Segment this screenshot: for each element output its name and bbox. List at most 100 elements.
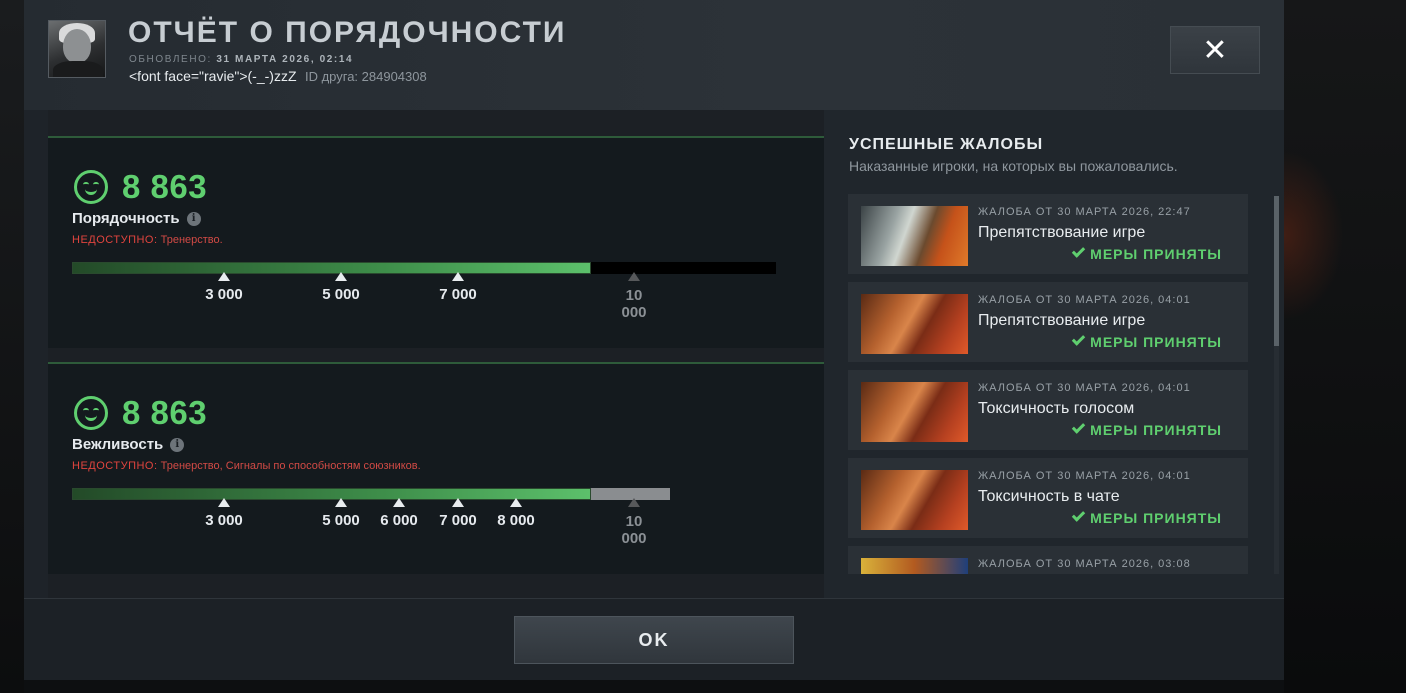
tick-marker	[218, 272, 230, 281]
tick-marker-max	[628, 272, 640, 281]
report-date: ЖАЛОБА ОТ 30 МАРТА 2026, 03:08	[978, 558, 1191, 570]
updated-label: ОБНОВЛЕНО:	[129, 54, 212, 65]
hero-thumbnail	[861, 382, 968, 442]
check-icon	[1071, 420, 1086, 434]
report-item[interactable]: ЖАЛОБА ОТ 30 МАРТА 2026, 04:01 Токсичнос…	[848, 370, 1248, 450]
report-reason: Токсичность голосом	[978, 400, 1135, 417]
report-date: ЖАЛОБА ОТ 30 МАРТА 2026, 04:01	[978, 382, 1191, 394]
conduct-progress-rest	[591, 262, 776, 274]
report-status: МЕРЫ ПРИНЯТЫ	[1071, 332, 1222, 350]
report-reason: Токсичность в чате	[978, 488, 1120, 505]
background-right	[1284, 0, 1406, 693]
smiley-icon	[74, 396, 108, 430]
check-icon	[1071, 244, 1086, 258]
check-icon	[1071, 332, 1086, 346]
report-date: ЖАЛОБА ОТ 30 МАРТА 2026, 04:01	[978, 470, 1191, 482]
tick-marker-max	[628, 498, 640, 507]
background-glow	[1284, 150, 1344, 320]
info-icon[interactable]: i	[170, 437, 185, 452]
scores-column: 8 863 Порядочность i НЕДОСТУПНО: Тренерс…	[48, 110, 828, 598]
smiley-icon	[74, 170, 108, 204]
hero-thumbnail	[861, 294, 968, 354]
conduct-unavailable: НЕДОСТУПНО: Тренерство.	[72, 234, 223, 246]
conduct-label: Порядочность	[72, 210, 180, 227]
politeness-progress-bar	[72, 488, 670, 500]
conduct-card: 8 863 Порядочность i НЕДОСТУПНО: Тренерс…	[48, 136, 824, 348]
dialog-header: ОТЧЁТ О ПОРЯДОЧНОСТИ ОБНОВЛЕНО: 31 МАРТА…	[24, 0, 1284, 110]
politeness-unavailable: НЕДОСТУПНО: Тренерство, Сигналы по спосо…	[72, 460, 421, 472]
unavailable-text: Тренерство.	[160, 234, 223, 246]
politeness-label: Вежливость	[72, 436, 164, 453]
tick-label: 5 000	[322, 286, 360, 303]
report-date: ЖАЛОБА ОТ 30 МАРТА 2026, 04:01	[978, 294, 1191, 306]
conduct-progress-fill	[72, 262, 591, 274]
report-status: МЕРЫ ПРИНЯТЫ	[1071, 244, 1222, 262]
report-status-label: МЕРЫ ПРИНЯТЫ	[1090, 246, 1222, 262]
tick-marker	[452, 272, 464, 281]
tick-label-max: 10 000	[621, 513, 647, 547]
tick-marker	[452, 498, 464, 507]
tick-marker	[218, 498, 230, 507]
report-status-label: МЕРЫ ПРИНЯТЫ	[1090, 334, 1222, 350]
tick-label: 7 000	[439, 286, 477, 303]
reports-column: УСПЕШНЫЕ ЖАЛОБЫ Наказанные игроки, на ко…	[824, 110, 1284, 598]
tick-marker	[335, 272, 347, 281]
tick-label: 3 000	[205, 512, 243, 529]
avatar	[48, 20, 106, 78]
updated-timestamp: ОБНОВЛЕНО: 31 МАРТА 2026, 02:14	[129, 54, 353, 65]
report-item[interactable]: ЖАЛОБА ОТ 30 МАРТА 2026, 04:01 Препятств…	[848, 282, 1248, 362]
info-icon[interactable]: i	[186, 211, 201, 226]
tick-label: 6 000	[380, 512, 418, 529]
reports-subtitle: Наказанные игроки, на которых вы пожалов…	[849, 158, 1178, 174]
tick-label-max: 10 000	[621, 287, 647, 321]
conduct-progress-bar	[72, 262, 776, 274]
tick-marker	[393, 498, 405, 507]
check-icon	[1071, 508, 1086, 522]
background-left	[0, 0, 24, 693]
tick-marker	[510, 498, 522, 507]
page-title: ОТЧЁТ О ПОРЯДОЧНОСТИ	[128, 16, 567, 49]
politeness-card: 8 863 Вежливость i НЕДОСТУПНО: Тренерств…	[48, 362, 824, 574]
tick-label: 8 000	[497, 512, 535, 529]
friend-id: ID друга: 284904308	[304, 69, 427, 84]
conduct-label-row: Порядочность i	[72, 210, 201, 227]
player-line: <font face="ravie">(-_-)zzZ ID друга: 28…	[129, 68, 427, 86]
unavailable-text: Тренерство, Сигналы по способностям союз…	[160, 460, 421, 472]
close-button[interactable]: ✕	[1170, 26, 1260, 74]
report-status: МЕРЫ ПРИНЯТЫ	[1071, 420, 1222, 438]
report-item[interactable]: ЖАЛОБА ОТ 30 МАРТА 2026, 22:47 Препятств…	[848, 194, 1248, 274]
avatar-body	[53, 61, 103, 77]
report-item[interactable]: ЖАЛОБА ОТ 30 МАРТА 2026, 03:08	[848, 546, 1248, 574]
report-status-label: МЕРЫ ПРИНЯТЫ	[1090, 422, 1222, 438]
reports-scrollbar[interactable]	[1274, 196, 1279, 346]
unavailable-label: НЕДОСТУПНО:	[72, 234, 158, 246]
reports-title: УСПЕШНЫЕ ЖАЛОБЫ	[849, 136, 1044, 153]
politeness-score-row: 8 863	[74, 394, 207, 432]
player-name: <font face="ravie">(-_-)zzZ	[129, 68, 297, 84]
reports-list[interactable]: ЖАЛОБА ОТ 30 МАРТА 2026, 22:47 Препятств…	[848, 194, 1260, 574]
report-status: МЕРЫ ПРИНЯТЫ	[1071, 508, 1222, 526]
report-item[interactable]: ЖАЛОБА ОТ 30 МАРТА 2026, 04:01 Токсичнос…	[848, 458, 1248, 538]
unavailable-label: НЕДОСТУПНО:	[72, 460, 158, 472]
tick-marker	[335, 498, 347, 507]
dialog-footer: OK	[24, 598, 1284, 680]
conduct-score-row: 8 863	[74, 168, 207, 206]
report-reason: Препятствование игре	[978, 224, 1146, 241]
hero-thumbnail	[861, 470, 968, 530]
avatar-head	[63, 29, 91, 63]
tick-label: 7 000	[439, 512, 477, 529]
updated-value: 31 МАРТА 2026, 02:14	[216, 54, 354, 65]
close-icon: ✕	[1202, 33, 1228, 67]
report-date: ЖАЛОБА ОТ 30 МАРТА 2026, 22:47	[978, 206, 1191, 218]
tick-label: 5 000	[322, 512, 360, 529]
smiley-mouth	[85, 413, 97, 421]
ok-button[interactable]: OK	[514, 616, 794, 664]
report-reason: Препятствование игре	[978, 312, 1146, 329]
hero-thumbnail	[861, 206, 968, 266]
conduct-score: 8 863	[122, 168, 208, 205]
smiley-mouth	[85, 187, 97, 195]
tick-label: 3 000	[205, 286, 243, 303]
report-status-label: МЕРЫ ПРИНЯТЫ	[1090, 510, 1222, 526]
politeness-label-row: Вежливость i	[72, 436, 185, 453]
politeness-score: 8 863	[122, 394, 208, 431]
